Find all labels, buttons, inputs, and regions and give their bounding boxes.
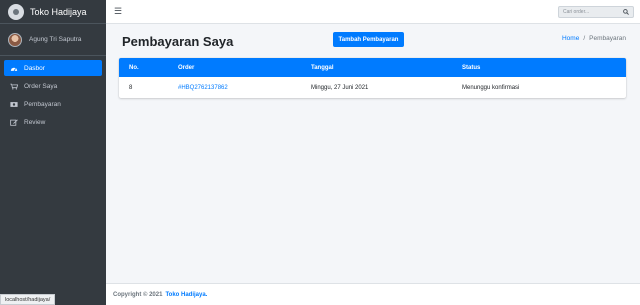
sidebar-item-order-saya[interactable]: Order Saya bbox=[4, 78, 102, 94]
column-header-order: Order bbox=[178, 64, 195, 71]
cell-date: Minggu, 27 Juni 2021 bbox=[311, 84, 369, 91]
edit-icon bbox=[10, 119, 18, 126]
add-payment-button[interactable]: Tambah Pembayaran bbox=[333, 32, 404, 47]
sidebar-item-label: Order Saya bbox=[24, 82, 58, 90]
page-title: Pembayaran Saya bbox=[122, 34, 234, 49]
cell-status: Menunggu konfirmasi bbox=[462, 84, 520, 91]
breadcrumb-home-link[interactable]: Home bbox=[562, 35, 579, 42]
footer-brand-link[interactable]: Toko Hadijaya. bbox=[165, 292, 207, 298]
cart-icon bbox=[10, 83, 18, 90]
avatar bbox=[8, 32, 22, 47]
main-content: Pembayaran Saya Tambah Pembayaran Home /… bbox=[106, 24, 640, 283]
brand-name: Toko Hadijaya bbox=[30, 6, 87, 17]
brand-link[interactable]: Toko Hadijaya bbox=[0, 0, 106, 24]
status-bar-url: localhost/hadijaya/ bbox=[0, 294, 56, 305]
order-link[interactable]: #HBQ2762137862 bbox=[178, 85, 311, 91]
sidebar-item-label: Dasbor bbox=[24, 64, 45, 72]
breadcrumb-current: Pembayaran bbox=[589, 35, 626, 42]
brand-logo bbox=[8, 3, 24, 20]
breadcrumb-separator: / bbox=[583, 35, 586, 42]
footer-copyright: Copyright © 2021 bbox=[113, 291, 163, 298]
column-header-status: Status bbox=[462, 64, 481, 71]
sidebar-item-pembayaran[interactable]: Pembayaran bbox=[4, 96, 102, 112]
column-header-no: No. bbox=[129, 64, 139, 71]
search-input[interactable] bbox=[559, 7, 621, 17]
sidebar: Toko Hadijaya Agung Tri Saputra Dasbor O… bbox=[0, 0, 106, 305]
user-panel[interactable]: Agung Tri Saputra bbox=[0, 24, 106, 56]
user-name: Agung Tri Saputra bbox=[29, 36, 82, 43]
sidebar-item-label: Review bbox=[24, 118, 46, 126]
column-header-tanggal: Tanggal bbox=[311, 64, 334, 71]
breadcrumb: Home / Pembayaran bbox=[562, 35, 626, 42]
sidebar-nav: Dasbor Order Saya Pembayaran Review bbox=[0, 56, 106, 136]
top-navbar: ☰ bbox=[106, 0, 640, 24]
sidebar-item-dasbor[interactable]: Dasbor bbox=[4, 60, 102, 76]
table-row: 8 #HBQ2762137862 Minggu, 27 Juni 2021 Me… bbox=[119, 77, 626, 98]
payment-icon bbox=[10, 101, 18, 108]
search-icon[interactable] bbox=[621, 9, 631, 15]
cell-no: 8 bbox=[129, 84, 133, 91]
table-header: No. Order Tanggal Status bbox=[119, 58, 626, 77]
dashboard-icon bbox=[10, 65, 18, 72]
sidebar-item-label: Pembayaran bbox=[24, 100, 61, 108]
sidebar-item-review[interactable]: Review bbox=[4, 114, 102, 130]
menu-toggle-icon[interactable]: ☰ bbox=[114, 6, 122, 17]
footer: Copyright © 2021 Toko Hadijaya. bbox=[106, 283, 640, 305]
payments-table: No. Order Tanggal Status 8 #HBQ276213786… bbox=[119, 58, 626, 98]
search-box bbox=[558, 6, 634, 18]
